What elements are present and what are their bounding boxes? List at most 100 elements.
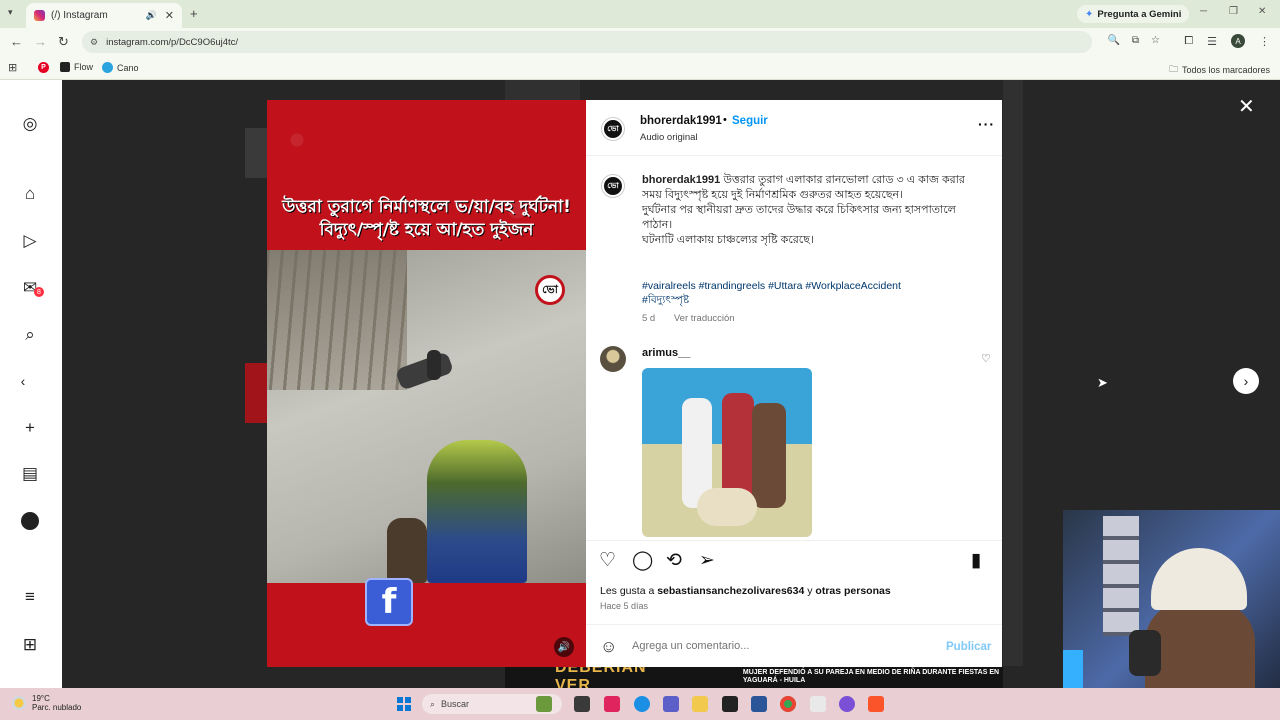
comment-gif — [642, 368, 812, 537]
comment-input[interactable] — [632, 640, 932, 652]
instagram-favicon-icon — [34, 10, 45, 21]
background-banner-small: MUJER DEFENDIÓ A SU PAREJA EN MEDIO DE R… — [742, 669, 1000, 684]
new-tab-icon[interactable]: + — [190, 6, 198, 21]
weather-widget[interactable]: 19°C Parc. nublado — [12, 694, 81, 712]
address-bar-row: ← → ↻ ⚙ instagram.com/p/DcC9O6uj4tc/ 🔍 ⧉… — [0, 28, 1280, 56]
also-from-meta-icon[interactable]: ⊞ — [20, 635, 40, 655]
webcam-shelf — [1103, 516, 1139, 636]
teams-icon[interactable] — [663, 696, 679, 712]
taskbar-search-icon: ⌕ — [430, 698, 436, 709]
bookmark-pinterest[interactable]: P — [38, 62, 49, 73]
site-info-icon[interactable]: ⚙ — [90, 37, 98, 48]
zoom-icon[interactable]: 🔍 — [1107, 35, 1119, 46]
gemini-button[interactable]: ✦ Pregunta a Gemini — [1077, 5, 1190, 23]
extensions-icon[interactable]: ⧠ — [1184, 35, 1193, 48]
previous-post-button[interactable]: ‹ — [10, 368, 36, 394]
comment-icon[interactable]: ◯ — [632, 549, 653, 572]
more-menu-icon[interactable]: ≡ — [20, 587, 40, 607]
bookmark-label: Cano — [117, 62, 139, 73]
install-icon[interactable]: ⧉ — [1132, 35, 1139, 46]
minimize-icon[interactable]: ─ — [1200, 6, 1207, 17]
taskbar-landscape-icon[interactable] — [536, 696, 552, 712]
author-avatar[interactable]: ভো — [602, 118, 624, 140]
likes-user[interactable]: sebastiansanchezolivares634 — [657, 585, 804, 597]
reels-icon[interactable]: ▷ — [20, 231, 40, 251]
commenter-avatar[interactable] — [600, 346, 626, 372]
create-icon[interactable]: + — [20, 418, 40, 438]
audio-label[interactable]: Audio original — [640, 132, 698, 143]
author-username[interactable]: bhorerdak1991 — [640, 115, 722, 127]
follow-button[interactable]: Seguir — [732, 115, 768, 127]
tab-search-icon[interactable]: ▾ — [8, 7, 13, 18]
all-bookmarks-label: Todos los marcadores — [1181, 65, 1270, 75]
taskbar-app-icon[interactable] — [751, 696, 767, 712]
like-icon[interactable]: ♡ — [599, 549, 616, 572]
likes-prefix: Les gusta a — [600, 585, 655, 597]
brave-icon[interactable] — [868, 696, 884, 712]
commenter-username[interactable]: arimus__ — [642, 347, 690, 359]
weather-temp: 19°C — [32, 694, 50, 703]
search-icon[interactable]: ⌕ — [20, 325, 40, 345]
instagram-logo-icon[interactable]: ◎ — [20, 114, 40, 134]
telegram-icon — [102, 62, 113, 73]
caption-username[interactable]: bhorerdak1991 — [642, 174, 720, 186]
more-options-icon[interactable]: ··· — [978, 116, 995, 132]
bookmark-flow[interactable]: Flow — [60, 62, 93, 72]
forward-icon[interactable]: → — [34, 34, 47, 49]
emoji-icon[interactable]: ☺ — [600, 637, 617, 657]
repost-icon[interactable]: ⟲ — [666, 549, 682, 572]
windows-start-icon[interactable] — [397, 697, 411, 711]
background-banner: DEBERÍAN VER MUJER DEFENDIÓ A SU PAREJA … — [505, 659, 1003, 694]
task-view-icon[interactable] — [574, 696, 590, 712]
posted-ago: Hace 5 días — [600, 601, 649, 611]
caption-avatar[interactable]: ভো — [602, 175, 624, 197]
apps-grid-icon[interactable]: ⊞ — [8, 61, 17, 74]
dashboard-icon[interactable]: ▤ — [20, 464, 40, 484]
tab-close-icon[interactable]: ✕ — [165, 9, 174, 22]
likes-others[interactable]: otras personas — [815, 585, 890, 597]
gif-dust-cloud — [697, 488, 757, 526]
taskbar-app-icon[interactable] — [839, 696, 855, 712]
file-explorer-icon[interactable] — [692, 696, 708, 712]
background-post-thumb — [245, 363, 269, 423]
media-headline-line2: বিদ্যুৎ/স্পৃ/ষ্ট হয়ে আ/হত দুইজন — [319, 220, 534, 240]
comment-like-icon[interactable]: ♡ — [981, 352, 991, 365]
taskbar-app-icon[interactable] — [722, 696, 738, 712]
save-bookmark-icon[interactable]: ▮ — [971, 549, 981, 572]
see-translation-link[interactable]: Ver traducción — [674, 313, 735, 324]
chrome-icon[interactable] — [780, 696, 796, 712]
reading-list-icon[interactable]: ☰ — [1207, 35, 1217, 48]
bookmark-star-icon[interactable]: ☆ — [1151, 35, 1160, 46]
profile-icon[interactable] — [20, 511, 40, 531]
folder-icon: 🗀 — [1168, 64, 1178, 74]
hashtags[interactable]: #vairalreels #trandingreels #Uttara #Wor… — [642, 279, 942, 307]
volume-icon[interactable]: 🔊 — [554, 637, 574, 657]
media-headline: উত্তরা তুরাগে নির্মাণস্থলে ভ/য়া/বহ দুর্… — [267, 196, 586, 242]
post-caption: bhorerdak1991 উত্তরার তুরাগ এলাকার রানভো… — [642, 173, 972, 248]
tab-audio-icon[interactable]: 🔊 — [146, 10, 157, 21]
home-icon[interactable]: ⌂ — [20, 184, 40, 204]
flow-icon — [60, 62, 70, 72]
profile-avatar[interactable]: A — [1231, 34, 1245, 48]
reload-icon[interactable]: ↻ — [58, 34, 69, 50]
window-close-icon[interactable]: ✕ — [1258, 6, 1266, 17]
close-modal-icon[interactable]: ✕ — [1238, 94, 1255, 119]
browser-tab[interactable]: (/) Instagram 🔊 ✕ — [26, 3, 182, 28]
post-media[interactable]: উত্তরা তুরাগে নির্মাণস্থলে ভ/য়া/বহ দুর্… — [267, 100, 586, 667]
publish-button[interactable]: Publicar — [946, 641, 991, 653]
weather-desc: Parc. nublado — [32, 703, 82, 712]
taskbar-app-icon[interactable] — [604, 696, 620, 712]
back-icon[interactable]: ← — [10, 34, 23, 49]
browser-menu-icon[interactable]: ⋮ — [1259, 35, 1270, 48]
all-bookmarks[interactable]: 🗀 Todos los marcadores — [1169, 62, 1270, 78]
bookmark-cano[interactable]: Cano — [102, 62, 139, 73]
media-headline-line1: উত্তরা তুরাগে নির্মাণস্থলে ভ/য়া/বহ দুর্… — [282, 197, 571, 217]
background-post-top — [505, 80, 580, 100]
edge-icon[interactable] — [634, 696, 650, 712]
next-post-button[interactable]: › — [1233, 368, 1259, 394]
maximize-icon[interactable]: ❐ — [1229, 6, 1238, 17]
toolbar-right: ⧠ ☰ A ⋮ — [1184, 34, 1270, 48]
taskbar-app-icon[interactable] — [810, 696, 826, 712]
share-icon[interactable]: ➢ — [699, 549, 715, 572]
url-field[interactable]: ⚙ instagram.com/p/DcC9O6uj4tc/ — [82, 31, 1092, 53]
